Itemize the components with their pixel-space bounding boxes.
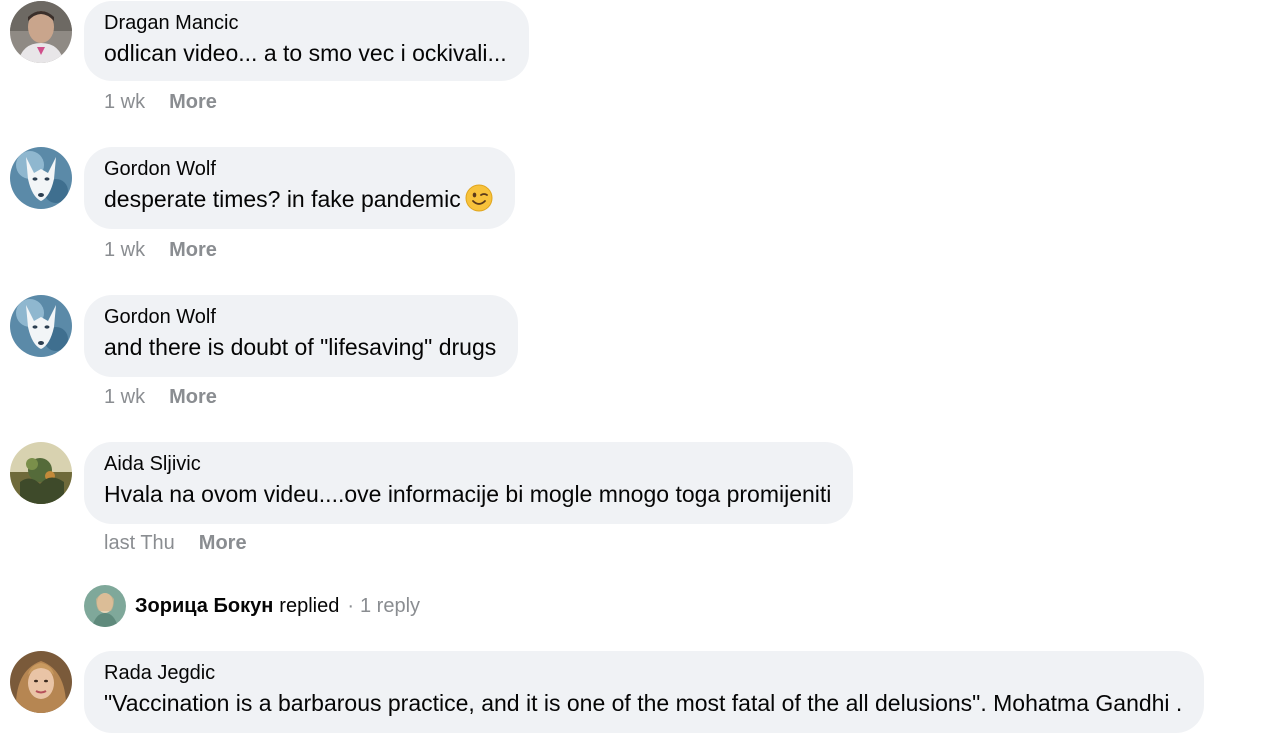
reply-count[interactable]: 1 reply [360,595,420,618]
more-button[interactable]: More [169,239,217,261]
avatar[interactable] [10,295,72,357]
comment-bubble: Aida Sljivic Hvala na ovom videu....ove … [84,442,854,524]
avatar[interactable] [10,147,72,209]
more-button[interactable]: More [199,532,247,554]
reply-verb: replied [279,594,340,617]
comment-text: Hvala na ovom videu....ove informacije b… [104,481,832,507]
more-button[interactable]: More [169,91,217,113]
reply-separator: · [347,594,354,617]
comment-time[interactable]: last Thu [104,532,175,554]
comment-bubble: Gordon Wolf desperate times? in fake pan… [84,147,515,229]
comment-time[interactable]: 1 wk [104,91,145,113]
avatar[interactable] [10,651,72,713]
comment-text: desperate times? in fake pandemic [104,184,493,214]
comment-meta: 1 wk More [104,90,217,114]
comment-author[interactable]: Rada Jegdic [104,661,1182,685]
comment-author[interactable]: Dragan Mancic [104,11,507,35]
comment-bubble: Rada Jegdic "Vaccination is a barbarous … [84,651,1205,733]
more-button[interactable]: More [169,386,217,408]
comment-time[interactable]: 1 wk [104,386,145,408]
comment-author[interactable]: Aida Sljivic [104,452,831,476]
avatar[interactable] [10,1,72,63]
comment-text: "Vaccination is a barbarous practice, an… [104,690,1183,716]
comment-bubble: Dragan Mancic odlican video... a to smo … [84,1,529,81]
comment-text: and there is doubt of "lifesaving" drugs [104,334,497,360]
view-replies-link[interactable]: Зорица Бокун replied · 1 reply [84,585,420,627]
reply-avatar [84,585,126,627]
winking-face-icon [465,184,493,212]
comment-bubble: Gordon Wolf and there is doubt of "lifes… [84,295,519,377]
comment-text: odlican video... a to smo vec i ockivali… [104,40,507,66]
comment-author[interactable]: Gordon Wolf [104,305,496,329]
comment-meta: 1 wk More [104,385,217,409]
comment-meta: 1 wk More [104,238,217,262]
comment-text-content: desperate times? in fake pandemic [104,186,461,212]
avatar[interactable] [10,442,72,504]
reply-author[interactable]: Зорица Бокун [135,595,273,618]
comment-time[interactable]: 1 wk [104,239,145,261]
comment-author[interactable]: Gordon Wolf [104,157,493,181]
comment-meta: last Thu More [104,531,247,555]
